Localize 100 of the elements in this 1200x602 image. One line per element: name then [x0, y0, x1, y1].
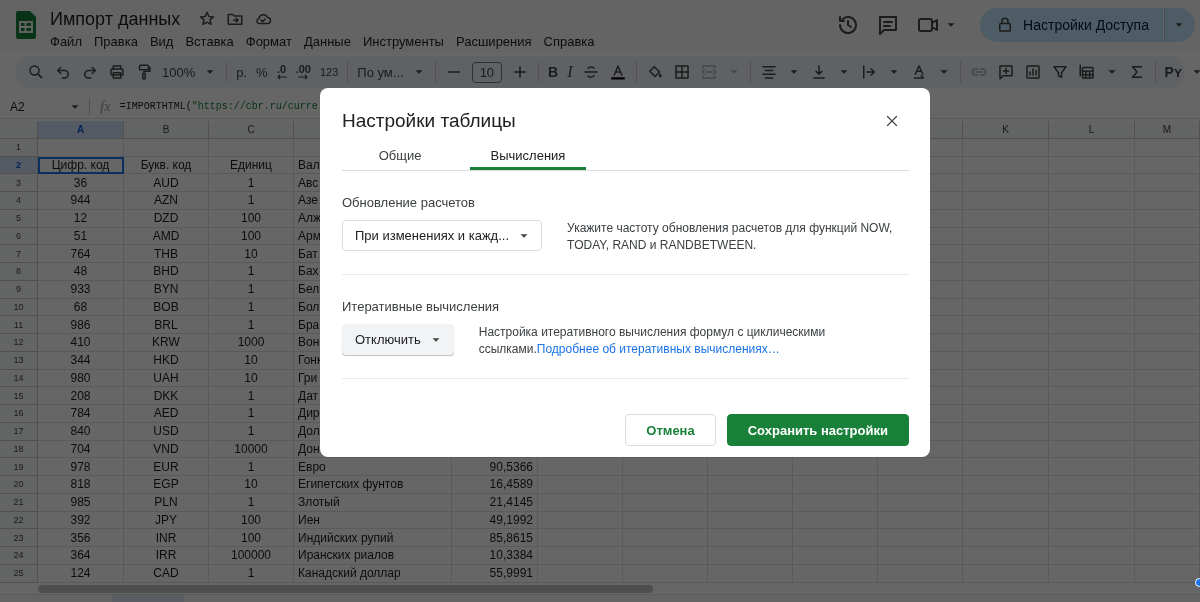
column-header[interactable]: A	[38, 121, 124, 139]
row-header[interactable]: 20	[0, 476, 38, 494]
menu-item[interactable]: Правка	[87, 32, 144, 51]
italic-button[interactable]: I	[567, 63, 573, 81]
bold-button[interactable]: B	[548, 64, 559, 80]
row-header[interactable]: 16	[0, 405, 38, 423]
table-cell: 1	[209, 263, 294, 281]
save-button[interactable]: Сохранить настройки	[726, 414, 909, 446]
row-header[interactable]: 15	[0, 387, 38, 405]
table-cell: 1	[209, 280, 294, 299]
tab[interactable]: Вычисления	[470, 144, 586, 170]
learn-more-link[interactable]: Подробнее об итеративных вычислениях…	[536, 342, 780, 356]
cell-reference[interactable]: A2	[10, 99, 68, 114]
table-cell: 1	[209, 405, 294, 423]
menu-item[interactable]: Справка	[537, 32, 601, 51]
row-header[interactable]: 24	[0, 547, 38, 565]
column-header[interactable]: B	[124, 121, 209, 139]
row-header[interactable]: 23	[0, 529, 38, 547]
percent-format-button[interactable]: %	[256, 64, 268, 80]
table-view-icon[interactable]	[1077, 63, 1096, 81]
table-cell: HKD	[124, 351, 209, 370]
share-menu-button[interactable]	[1164, 8, 1195, 42]
table-cell: 1	[209, 174, 294, 192]
table-cell: 764	[38, 245, 124, 263]
table-cell: 12	[38, 209, 124, 228]
dropdown[interactable]: Отключить	[342, 324, 454, 355]
menu-item[interactable]: Вид	[143, 32, 180, 51]
table-cell: Злотый	[294, 493, 452, 512]
increase-decimals-button[interactable]: .00	[295, 64, 311, 80]
row-header[interactable]: 11	[0, 316, 38, 334]
table-cell: 90,5366	[452, 458, 538, 476]
arrow-right-icon	[298, 74, 309, 80]
text-color-icon[interactable]	[608, 63, 627, 81]
description: Укажите частоту обновления расчетов для функций NOW, TODAY, RAND и RANDBETWEEN.	[567, 220, 894, 254]
table-cell: 49,1992	[452, 511, 538, 530]
dropdown[interactable]: При изменениях и кажд...	[342, 220, 543, 251]
table-cell: 10000	[209, 440, 294, 459]
table-cell: 356	[38, 529, 124, 547]
menu-item[interactable]: Инструменты	[356, 32, 450, 51]
arrow-left-icon	[276, 74, 287, 80]
table-cell: 21,4145	[452, 493, 538, 512]
table-cell: 980	[38, 369, 124, 388]
borders-icon[interactable]	[672, 63, 691, 81]
column-header[interactable]: L	[1049, 121, 1135, 139]
zoom-dropdown[interactable]: 100%	[162, 64, 218, 80]
table-cell: 344	[38, 351, 124, 370]
print-icon[interactable]	[108, 63, 126, 81]
table-cell: Букв. код	[124, 156, 209, 175]
menu-item[interactable]: Файл	[44, 32, 88, 51]
row-header[interactable]: 19	[0, 458, 38, 476]
row-header[interactable]: 4	[0, 192, 38, 210]
table-cell: Индийских рупий	[294, 529, 452, 547]
add-on-button[interactable]: Pʏ	[1164, 64, 1200, 80]
row-header[interactable]: 7	[0, 245, 38, 263]
table-cell: 124	[38, 564, 124, 583]
align-icon[interactable]	[759, 63, 778, 81]
row-header[interactable]: 3	[0, 174, 38, 192]
dialog-title: Настройки таблицы	[342, 110, 516, 132]
menu-item[interactable]: Расширения	[449, 32, 538, 51]
column-header[interactable]: C	[209, 121, 294, 139]
table-cell: 784	[38, 405, 124, 423]
table-cell: 392	[38, 511, 124, 530]
share-button[interactable]: Настройки Доступа	[980, 8, 1163, 42]
table-cell: 1000	[209, 334, 294, 352]
document-title[interactable]: Импорт данных	[50, 8, 181, 30]
column-header[interactable]: M	[1135, 121, 1200, 139]
table-cell: 100	[209, 529, 294, 547]
table-cell: DZD	[124, 209, 209, 228]
font-dropdown[interactable]: По ум...	[357, 64, 426, 80]
spreadsheet-logo-icon[interactable]	[16, 11, 36, 39]
font-size-field[interactable]: 10	[471, 61, 503, 83]
search-icon[interactable]	[27, 63, 45, 81]
table-cell: VND	[124, 440, 209, 459]
table-cell: 978	[38, 458, 124, 476]
currency-format-button[interactable]: р.	[236, 64, 248, 80]
table-cell: BRL	[124, 316, 209, 334]
table-cell: CAD	[124, 564, 209, 583]
cancel-button[interactable]: Отмена	[625, 414, 716, 446]
decrease-decimals-button[interactable]: .0	[276, 64, 287, 80]
strikethrough-icon[interactable]	[581, 63, 600, 81]
filter-icon[interactable]	[1050, 63, 1069, 81]
chart-icon[interactable]	[1023, 63, 1042, 81]
table-cell: 51	[38, 227, 124, 246]
row-header[interactable]: 8	[0, 263, 38, 281]
column-header[interactable]: K	[963, 121, 1049, 139]
menu-item[interactable]: Вставка	[179, 32, 240, 51]
menu-item[interactable]: Формат	[239, 32, 298, 51]
table-cell: 1	[209, 316, 294, 334]
scrollbar-thumb[interactable]	[38, 584, 653, 593]
add-comment-icon[interactable]	[996, 63, 1015, 81]
table-cell: Евро	[294, 458, 452, 476]
menu-item[interactable]: Данные	[297, 32, 357, 51]
table-cell: 100	[209, 511, 294, 530]
formula-text[interactable]: =IMPORTHTML("https://cbr.ru/curre	[119, 101, 318, 112]
row-header[interactable]: 12	[0, 334, 38, 352]
table-cell: 1	[209, 422, 294, 441]
table-cell: DKK	[124, 387, 209, 405]
star-icon[interactable]	[198, 10, 217, 28]
number-format-button[interactable]: 123	[319, 66, 339, 78]
table-cell: AMD	[124, 227, 209, 246]
